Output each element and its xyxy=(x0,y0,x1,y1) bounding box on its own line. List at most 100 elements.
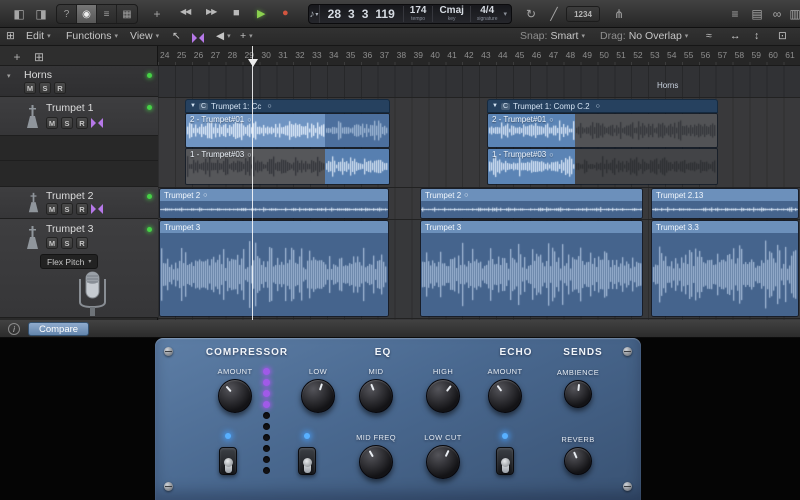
flex-icon[interactable] xyxy=(91,118,103,128)
knob-dial[interactable] xyxy=(564,447,592,475)
track-header-trumpet1[interactable]: Trumpet 1 M S R xyxy=(0,97,158,136)
take-region-b1[interactable]: 1 - Trumpet#03○ xyxy=(487,148,718,185)
add-track-button[interactable]: + xyxy=(8,48,26,66)
drag-menu[interactable]: Drag: No Overlap▾ xyxy=(600,30,688,42)
take-region-a2[interactable]: 2 - Trumpet#01○ xyxy=(185,113,390,148)
flex-icon[interactable] xyxy=(91,204,103,214)
record-enable-button[interactable]: R xyxy=(76,203,88,215)
compressor-amount-knob[interactable]: AMOUNT xyxy=(212,367,258,413)
zoom-presets-button[interactable]: ⊡ xyxy=(778,30,787,42)
track-header-trumpet3[interactable]: Trumpet 3 M S R Flex Pitch ▾ xyxy=(0,219,158,318)
apple-loops-button[interactable]: ∞ xyxy=(768,5,786,23)
region-trumpet3-2[interactable]: Trumpet 3 xyxy=(420,220,643,317)
ruler-bar-56[interactable]: 56 xyxy=(701,50,710,60)
track-name[interactable]: Trumpet 1 xyxy=(46,102,93,114)
ruler-bar-60[interactable]: 60 xyxy=(768,50,777,60)
eq-power-toggle[interactable] xyxy=(298,447,316,475)
track-name[interactable]: Horns xyxy=(24,69,52,81)
knob-dial[interactable] xyxy=(426,445,460,479)
region-trumpet3-3[interactable]: Trumpet 3.3 xyxy=(651,220,799,317)
disclosure-icon[interactable]: ▼ xyxy=(492,103,498,109)
lcd-key-field[interactable]: Cmaj key xyxy=(432,6,469,22)
browsers-button[interactable]: ▥ xyxy=(786,5,800,23)
region-trumpet2-1[interactable]: Trumpet 2○ xyxy=(159,188,389,219)
region-trumpet2-2[interactable]: Trumpet 2○ xyxy=(420,188,643,219)
note-pads-button[interactable]: ▤ xyxy=(748,5,766,23)
stop-button[interactable]: ■ xyxy=(233,7,239,19)
lcd-bar[interactable]: 28 xyxy=(328,7,341,21)
smart-controls-button[interactable]: ◉ xyxy=(77,5,97,23)
toolbar-tools-button[interactable]: + xyxy=(148,5,166,23)
edit-menu[interactable]: Edit▾ xyxy=(26,30,51,42)
ruler-bar-33[interactable]: 33 xyxy=(312,50,321,60)
eq-low-cut-knob[interactable]: LOW CUT xyxy=(420,433,466,479)
sends-ambience-knob[interactable]: AMBIENCE xyxy=(555,368,601,408)
pointer-tool-button[interactable]: ↖ xyxy=(172,30,181,42)
ruler-bar-30[interactable]: 30 xyxy=(261,50,270,60)
ruler-bar-46[interactable]: 46 xyxy=(532,50,541,60)
count-in-button[interactable]: 1234 xyxy=(566,6,600,22)
crosshair-button[interactable]: +▾ xyxy=(240,30,253,42)
ruler-bar-36[interactable]: 36 xyxy=(363,50,372,60)
solo-button[interactable]: S xyxy=(61,203,73,215)
flex-mode-dropdown[interactable]: Flex Pitch ▾ xyxy=(40,254,98,269)
ruler-bar-61[interactable]: 61 xyxy=(785,50,794,60)
take-indicator-icon[interactable]: ○ xyxy=(596,103,600,110)
sends-reverb-knob[interactable]: REVERB xyxy=(555,435,601,475)
ruler-bar-24[interactable]: 24 xyxy=(160,50,169,60)
snap-menu[interactable]: Snap: Smart▾ xyxy=(520,30,585,42)
quick-help-button[interactable]: ? xyxy=(57,5,77,23)
take-lane-header[interactable] xyxy=(0,161,158,187)
track-header-trumpet2[interactable]: Trumpet 2 M S R xyxy=(0,187,158,219)
ruler-bar-39[interactable]: 39 xyxy=(414,50,423,60)
functions-menu[interactable]: Functions▾ xyxy=(66,30,118,42)
solo-button[interactable]: S xyxy=(61,237,73,249)
comp-segment[interactable] xyxy=(325,114,389,147)
ruler-bar-32[interactable]: 32 xyxy=(295,50,304,60)
track-lanes-area[interactable]: Horns ▼ C Trumpet 1: Cc ○ 2 - Trumpet#01… xyxy=(158,66,800,320)
editors-button[interactable]: ▦ xyxy=(117,5,137,23)
eq-low-knob[interactable]: LOW xyxy=(295,367,341,413)
record-enable-button[interactable]: R xyxy=(54,82,66,94)
flex-tool-button[interactable] xyxy=(192,33,204,43)
knob-dial[interactable] xyxy=(359,379,393,413)
lcd-options-chevron-icon[interactable]: ▾ xyxy=(503,10,511,18)
take-folder-header-b[interactable]: ▼ C Trumpet 1: Comp C.2 ○ xyxy=(487,99,718,113)
compressor-power-toggle[interactable] xyxy=(219,447,237,475)
eq-mid-knob[interactable]: MID xyxy=(353,367,399,413)
ruler-bar-54[interactable]: 54 xyxy=(667,50,676,60)
info-button[interactable]: i xyxy=(8,323,20,335)
solo-button[interactable]: S xyxy=(61,117,73,129)
knob-dial[interactable] xyxy=(488,379,522,413)
lane-horns[interactable] xyxy=(158,66,800,97)
play-button[interactable]: ▶ xyxy=(257,7,264,20)
tempo-value[interactable]: 174 xyxy=(410,6,427,16)
cycle-button[interactable]: ↻ xyxy=(522,5,540,23)
library-toggle-button[interactable]: ◧ xyxy=(10,5,28,23)
ruler-bar-43[interactable]: 43 xyxy=(481,50,490,60)
ruler-bar-49[interactable]: 49 xyxy=(583,50,592,60)
comp-segment[interactable] xyxy=(575,114,717,147)
mute-button[interactable]: M xyxy=(46,117,58,129)
ruler-bar-58[interactable]: 58 xyxy=(735,50,744,60)
knob-dial[interactable] xyxy=(359,445,393,479)
track-name[interactable]: Trumpet 3 xyxy=(46,223,93,235)
ruler-bar-53[interactable]: 53 xyxy=(650,50,659,60)
take-lane-header[interactable] xyxy=(0,136,158,161)
ruler-bar-35[interactable]: 35 xyxy=(346,50,355,60)
tuner-button[interactable]: ⋔ xyxy=(610,5,628,23)
ruler-bar-44[interactable]: 44 xyxy=(498,50,507,60)
track-name[interactable]: Trumpet 2 xyxy=(46,190,93,202)
disclosure-icon[interactable]: ▾ xyxy=(7,72,11,80)
ruler-bar-38[interactable]: 38 xyxy=(397,50,406,60)
pencil-tool-icon[interactable]: ╱ xyxy=(545,5,563,23)
ruler-bar-48[interactable]: 48 xyxy=(566,50,575,60)
ruler-bar-34[interactable]: 34 xyxy=(329,50,338,60)
echo-power-toggle[interactable] xyxy=(496,447,514,475)
ruler-bar-37[interactable]: 37 xyxy=(380,50,389,60)
ruler-bar-31[interactable]: 31 xyxy=(278,50,287,60)
ruler-bar-59[interactable]: 59 xyxy=(752,50,761,60)
key-value[interactable]: Cmaj xyxy=(439,6,463,16)
mute-button[interactable]: M xyxy=(46,237,58,249)
ruler-bar-57[interactable]: 57 xyxy=(718,50,727,60)
